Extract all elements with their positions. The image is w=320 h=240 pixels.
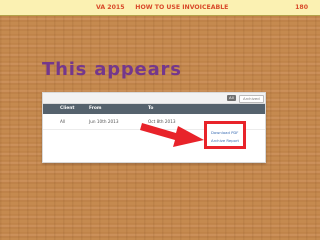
table-header: Client From To xyxy=(43,104,265,114)
cell-from: Jun 10th 2013 xyxy=(89,119,119,124)
cell-client: All xyxy=(60,119,66,124)
filter-all-button[interactable]: All xyxy=(227,95,236,101)
slide-heading: This appears xyxy=(42,59,182,80)
column-header-client[interactable]: Client xyxy=(60,104,74,114)
column-header-to[interactable]: To xyxy=(148,104,153,114)
download-pdf-menu-item[interactable]: Download PDF xyxy=(211,130,238,135)
red-arrow-icon xyxy=(140,123,204,147)
slide-header-bar: VA 2015 HOW TO USE INVOICEABLE 180 xyxy=(0,0,320,16)
header-title: VA 2015 HOW TO USE INVOICEABLE xyxy=(96,4,229,11)
column-header-from[interactable]: From xyxy=(89,104,101,114)
panel-toolbar: All Archived xyxy=(43,93,265,104)
archive-report-menu-item[interactable]: Archive Report xyxy=(211,138,239,143)
actions-dropdown-menu: Download PDF Archive Report xyxy=(204,121,246,149)
page-number: 180 xyxy=(295,4,308,11)
filter-archived-button[interactable]: Archived xyxy=(239,95,264,103)
